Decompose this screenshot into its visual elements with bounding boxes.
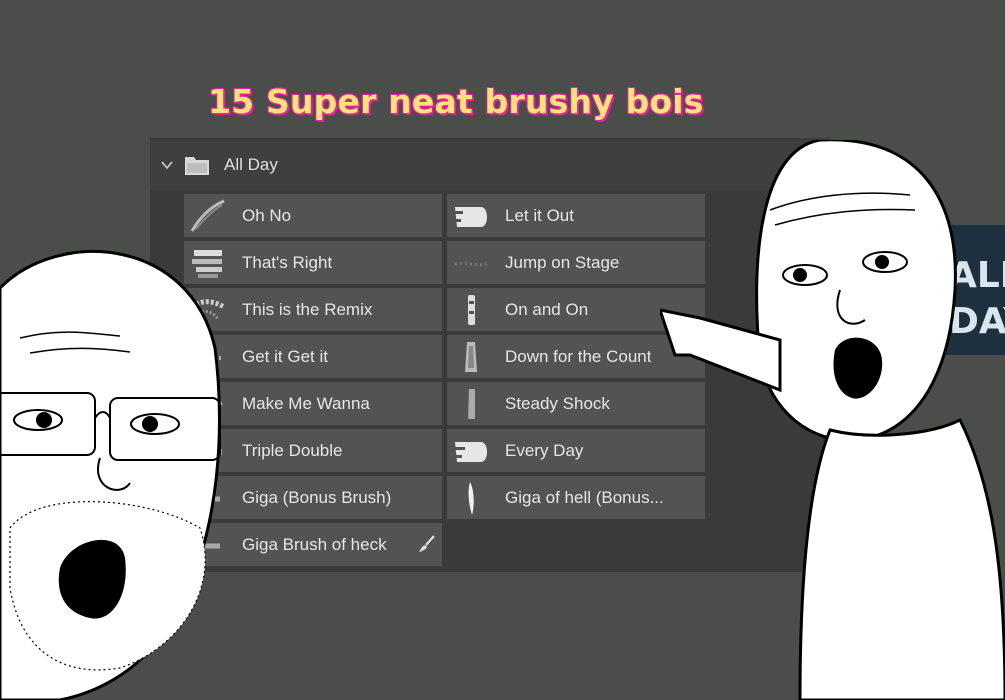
brush-label: Giga of hell (Bonus...	[505, 487, 664, 507]
brush-stroke-thumbnail	[453, 206, 487, 227]
brush-label: This is the Remix	[242, 299, 373, 319]
brush-label: Giga (Bonus Brush)	[242, 487, 392, 507]
brush-stroke-thumbnail	[468, 481, 474, 515]
folder-icon	[185, 157, 209, 175]
group-title: All Day	[224, 155, 278, 174]
left-cartoon-figure	[0, 250, 221, 700]
brush-stroke-thumbnail	[454, 261, 488, 266]
brush-label: Down for the Count	[505, 346, 652, 366]
brush-label: On and On	[505, 299, 589, 319]
brush-label: Make Me Wanna	[242, 393, 370, 413]
right-cartoon-figure	[660, 140, 1005, 700]
brush-label: That's Right	[242, 252, 333, 272]
brush-label: Get it Get it	[242, 346, 328, 366]
brush-label: Giga Brush of heck	[242, 534, 387, 554]
brush-stroke-thumbnail	[468, 388, 475, 419]
brush-label: Steady Shock	[505, 393, 610, 413]
brush-label: Every Day	[505, 440, 584, 460]
brush-stroke-thumbnail	[468, 294, 475, 325]
brush-label: Jump on Stage	[505, 252, 620, 272]
brush-label: Let it Out	[505, 205, 574, 225]
chevron-down-icon[interactable]	[160, 158, 174, 172]
headline: 15 Super neat brushy bois	[208, 82, 704, 121]
brush-stroke-thumbnail	[465, 341, 477, 372]
brush-stroke-thumbnail	[453, 441, 487, 462]
brush-label: Triple Double	[242, 440, 343, 460]
paintbrush-icon	[419, 535, 435, 552]
brush-label: Oh No	[242, 205, 292, 225]
